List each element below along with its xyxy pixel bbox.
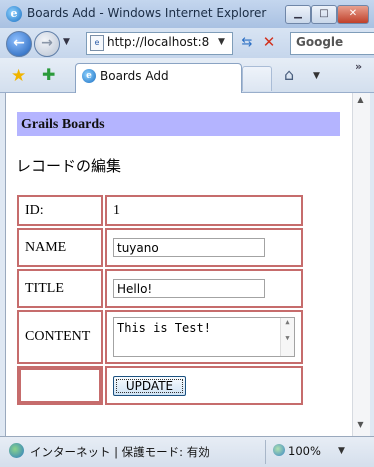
title-label: TITLE xyxy=(17,269,103,308)
tab-label[interactable]: Boards Add xyxy=(100,69,169,83)
empty-cell xyxy=(17,366,103,405)
zoom-level[interactable]: 100% xyxy=(288,444,321,458)
title-cell xyxy=(105,269,303,308)
table-row: UPDATE xyxy=(17,366,303,405)
status-zone-text: インターネット | 保護モード: 有効 xyxy=(30,445,210,459)
history-dropdown-icon[interactable]: ▼ xyxy=(63,37,70,47)
scroll-up-arrow-icon[interactable]: ▲ xyxy=(352,95,369,104)
address-text[interactable]: http://localhost:8 xyxy=(107,35,209,49)
address-dropdown-icon[interactable]: ▼ xyxy=(218,37,225,47)
minimize-button[interactable]: ▁ xyxy=(285,5,311,24)
name-cell xyxy=(105,228,303,267)
search-placeholder[interactable]: Google xyxy=(296,35,343,49)
name-label: NAME xyxy=(17,228,103,267)
scroll-down-arrow-icon[interactable]: ▼ xyxy=(352,420,369,429)
table-row: CONTENT This is Test! ▲ ▼ xyxy=(17,310,303,364)
edit-form-table: ID: 1 NAME TITLE CONTENT This is Test! ▲… xyxy=(15,193,305,407)
page-header-title: Grails Boards xyxy=(21,117,105,132)
new-tab-button[interactable] xyxy=(242,66,272,91)
home-dropdown-icon[interactable]: ▼ xyxy=(313,71,320,81)
vertical-scrollbar[interactable] xyxy=(352,93,370,436)
id-value: 1 xyxy=(105,195,303,226)
content-textarea[interactable]: This is Test! ▲ ▼ xyxy=(113,317,295,357)
update-cell: UPDATE xyxy=(105,366,303,405)
zoom-icon[interactable] xyxy=(273,444,285,456)
tab-page-icon: e xyxy=(82,69,96,83)
status-separator xyxy=(265,440,266,464)
maximize-button[interactable]: □ xyxy=(311,5,337,24)
forward-button[interactable]: → xyxy=(34,31,60,57)
table-row: ID: 1 xyxy=(17,195,303,226)
favorites-star-icon[interactable]: ★ xyxy=(11,66,26,86)
title-input[interactable] xyxy=(113,279,265,298)
stop-button[interactable]: ✕ xyxy=(259,33,279,52)
ie-logo-icon: e xyxy=(6,6,22,22)
content-label: CONTENT xyxy=(17,310,103,364)
refresh-button[interactable]: ⇆ xyxy=(237,33,257,52)
zoom-dropdown-icon[interactable]: ▼ xyxy=(338,446,345,456)
close-button[interactable]: ✕ xyxy=(337,5,369,24)
textarea-scrollbar[interactable]: ▲ ▼ xyxy=(280,318,294,356)
id-label: ID: xyxy=(17,195,103,226)
add-favorites-icon[interactable]: ✚ xyxy=(42,65,55,84)
table-row: TITLE xyxy=(17,269,303,308)
table-row: NAME xyxy=(17,228,303,267)
page-subtitle: レコードの編集 xyxy=(16,157,122,175)
home-icon[interactable]: ⌂ xyxy=(284,65,294,84)
page-icon: e xyxy=(90,35,104,51)
more-tools-chevron-icon[interactable]: » xyxy=(355,60,362,73)
back-button[interactable]: ← xyxy=(6,31,32,57)
update-button[interactable]: UPDATE xyxy=(113,375,186,396)
content-cell: This is Test! ▲ ▼ xyxy=(105,310,303,364)
window-title: Boards Add - Windows Internet Explorer xyxy=(27,6,267,20)
content-text[interactable]: This is Test! xyxy=(117,321,211,335)
globe-icon xyxy=(9,443,24,458)
name-input[interactable] xyxy=(113,238,265,257)
